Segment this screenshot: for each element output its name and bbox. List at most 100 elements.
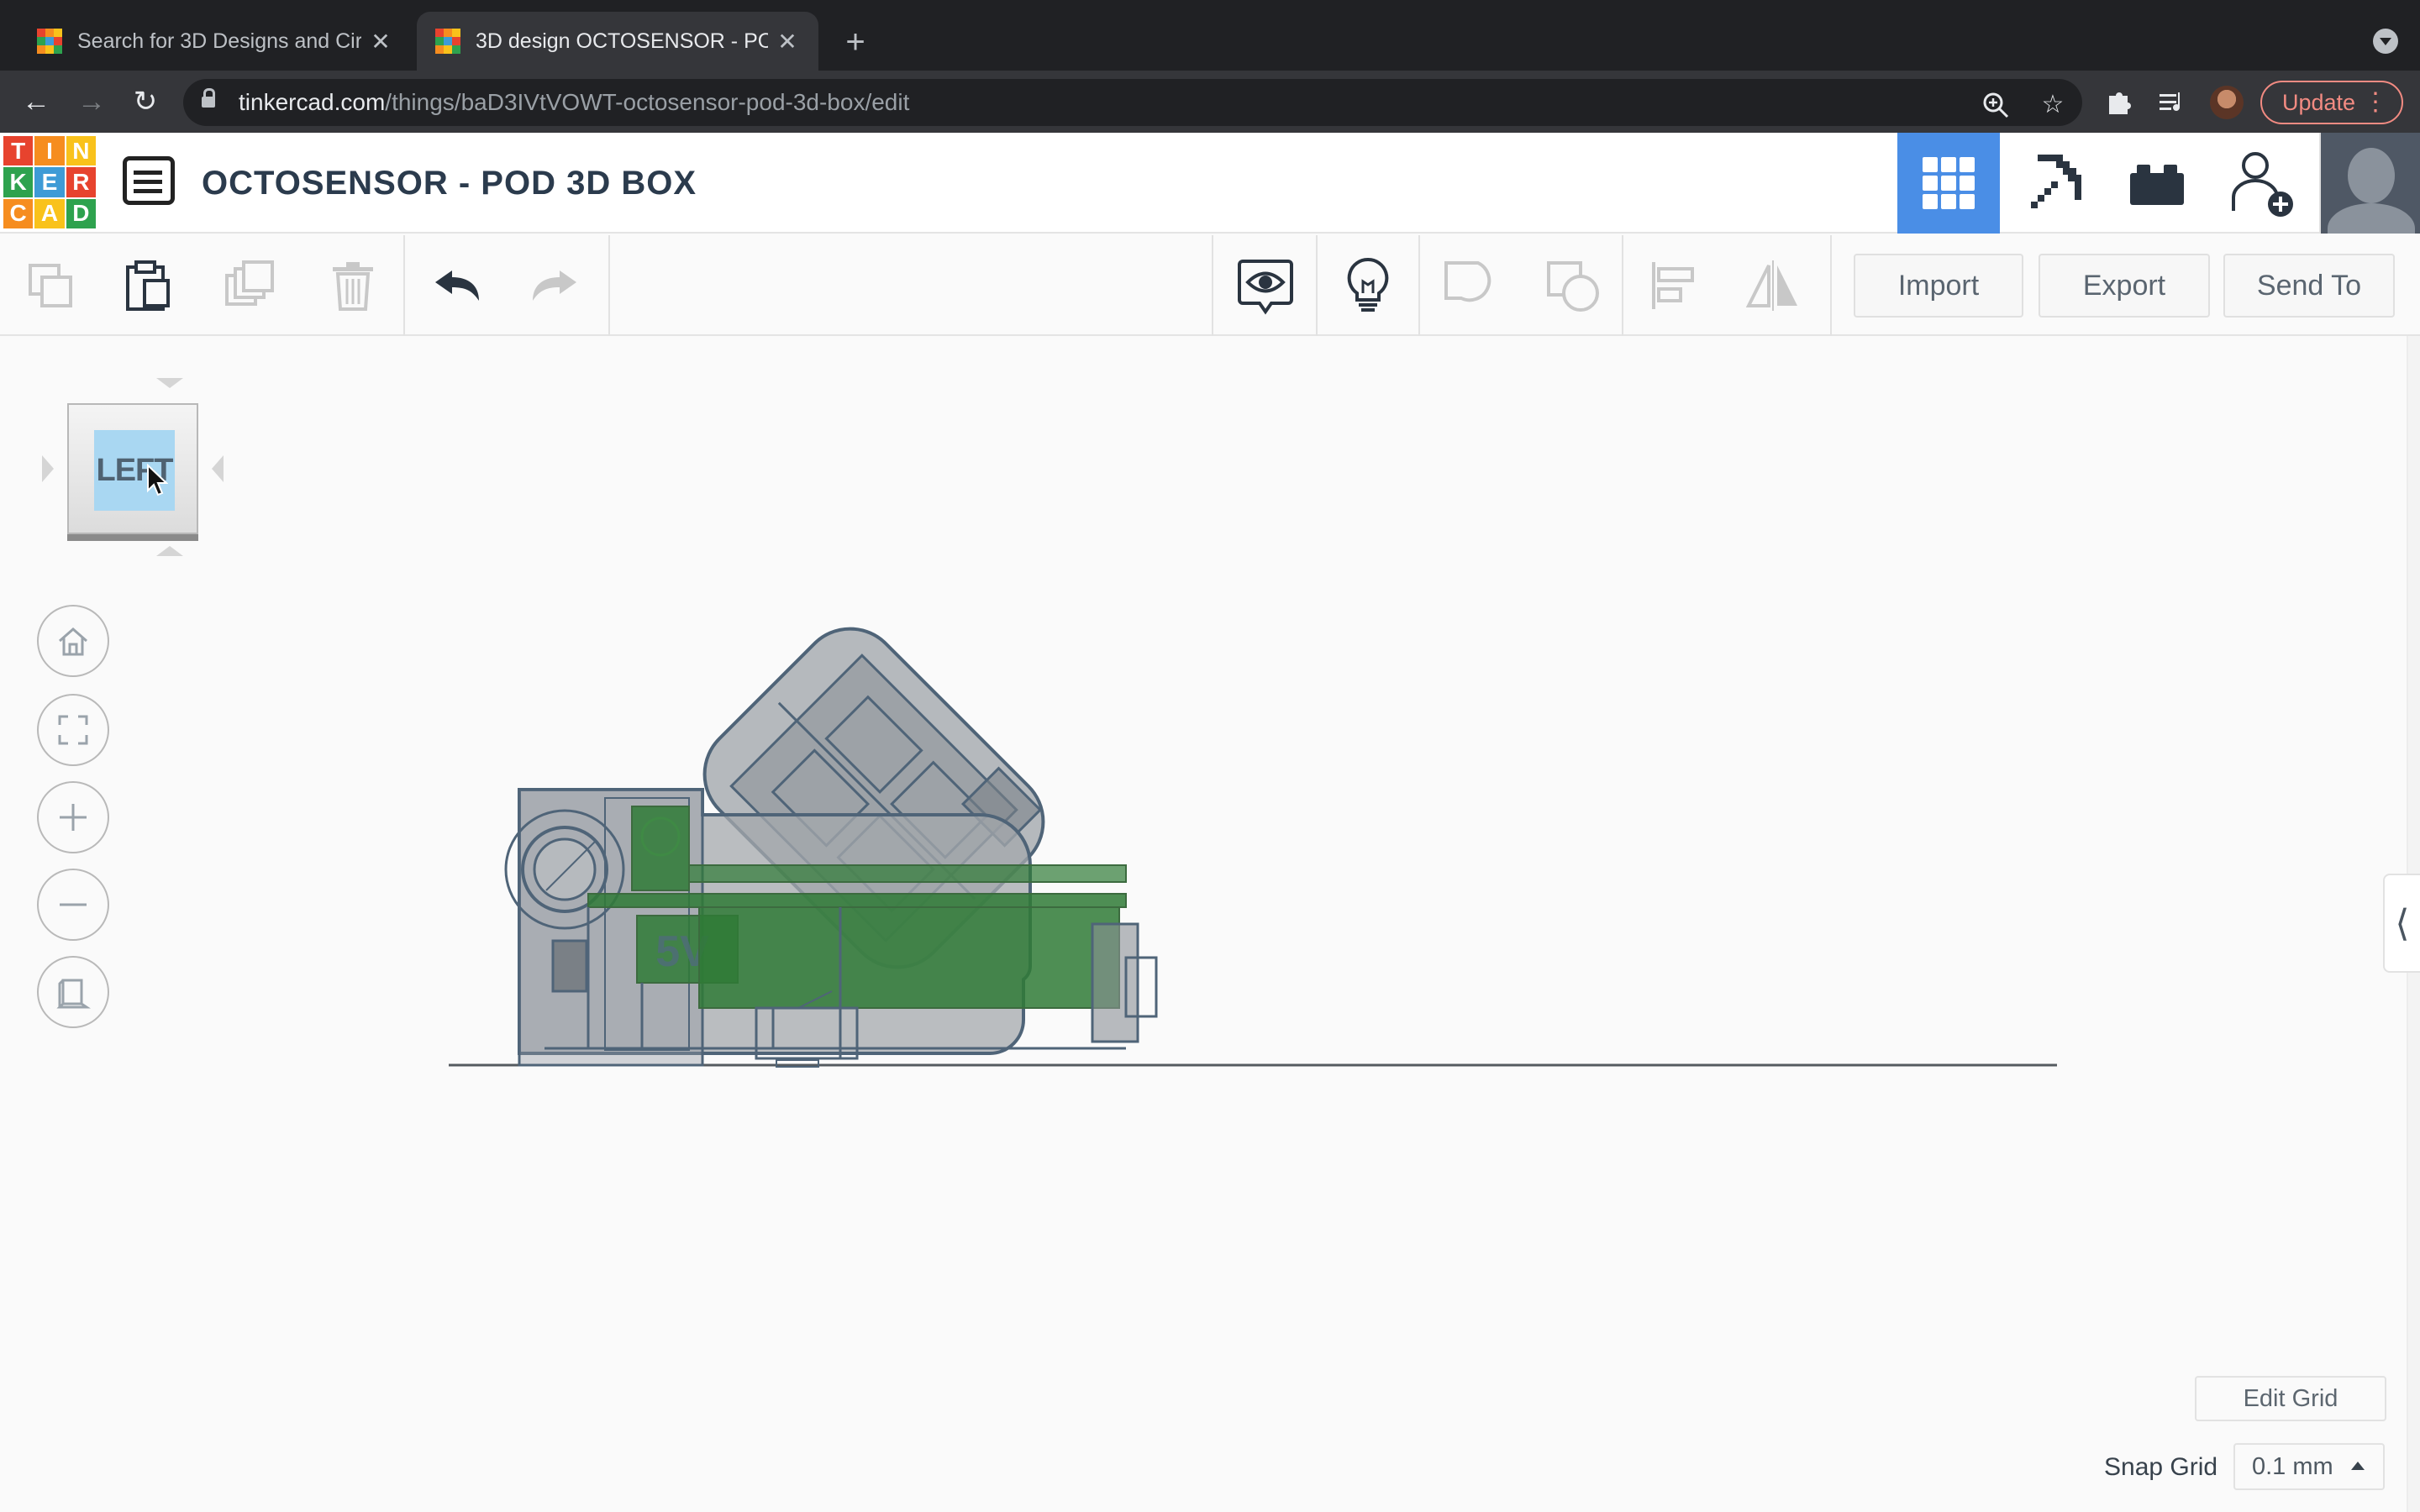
trash-icon	[333, 262, 373, 311]
mirror-button[interactable]	[1739, 254, 1807, 318]
duplicate-button[interactable]	[217, 254, 284, 318]
extensions-puzzle-icon[interactable]	[2102, 86, 2136, 119]
zoom-icon[interactable]	[1981, 91, 2010, 119]
logo-letter: E	[34, 167, 65, 197]
plus-icon	[60, 804, 87, 831]
import-button[interactable]: Import	[1854, 254, 2023, 318]
group-button[interactable]	[1437, 254, 1504, 318]
send-to-button[interactable]: Send To	[2223, 254, 2395, 318]
duplicate-icon	[225, 260, 274, 306]
home-view-button[interactable]	[37, 605, 109, 677]
clipboard-icon	[126, 260, 170, 311]
address-bar[interactable]: tinkercad.com/things/baD3IVtVOWT-octosen…	[183, 79, 2082, 126]
delete-button[interactable]	[319, 254, 387, 318]
panel-toggle-chevron-icon[interactable]: ⟨	[2383, 874, 2420, 973]
tinkercad-favicon	[435, 29, 460, 54]
new-tab-button[interactable]: +	[839, 18, 872, 66]
toolbar-divider	[1830, 235, 1832, 336]
lego-brick-icon	[2130, 165, 2184, 205]
browser-toolbar: ← → ↻ tinkercad.com/things/baD3IVtVOWT-o…	[0, 71, 2420, 133]
notes-button[interactable]	[1334, 254, 1402, 318]
projection-toggle-button[interactable]	[37, 956, 109, 1028]
browser-tab-design[interactable]: 3D design OCTOSENSOR - POD ✕	[417, 12, 818, 71]
zoom-out-button[interactable]	[37, 869, 109, 941]
redo-arrow-icon	[533, 270, 576, 301]
show-all-button[interactable]	[1232, 254, 1299, 318]
lego-view-button[interactable]	[2106, 133, 2208, 234]
align-icon	[1652, 262, 1694, 309]
logo-letter: I	[34, 136, 65, 166]
view-cube-control: LEFT	[34, 370, 235, 563]
browser-profile-avatar[interactable]	[2210, 86, 2244, 119]
tinkercad-favicon	[37, 29, 62, 54]
tinkercad-logo[interactable]: T I N K E R C A D	[3, 136, 96, 228]
logo-letter: R	[66, 167, 96, 197]
app-header: T I N K E R C A D OCTOSENSOR - POD 3D BO…	[0, 133, 2420, 234]
pickaxe-icon	[2031, 155, 2081, 208]
reload-icon[interactable]: ↻	[126, 82, 165, 121]
perspective-icon	[56, 979, 91, 1009]
designs-list-button[interactable]	[123, 156, 175, 205]
minecraft-view-button[interactable]	[2002, 133, 2104, 234]
user-avatar[interactable]	[2319, 133, 2420, 234]
paste-button[interactable]	[114, 254, 182, 318]
rotate-right-arrow[interactable]	[212, 455, 224, 482]
toolbar-divider	[403, 235, 405, 336]
logo-letter: A	[34, 198, 65, 228]
workplane-3d-scene[interactable]: 5V	[437, 588, 2067, 1075]
fit-view-button[interactable]	[37, 694, 109, 766]
toolbar-divider	[1212, 235, 1213, 336]
edit-grid-button[interactable]: Edit Grid	[2195, 1376, 2386, 1421]
logo-letter: K	[3, 167, 34, 197]
rotate-left-arrow[interactable]	[42, 455, 54, 482]
ungroup-shapes-icon	[1547, 261, 1599, 312]
tab-title: Search for 3D Designs and Circ	[77, 29, 361, 53]
copy-button[interactable]	[17, 254, 84, 318]
logo-letter: D	[66, 198, 96, 228]
logo-letter: N	[66, 136, 96, 166]
design-title[interactable]: OCTOSENSOR - POD 3D BOX	[202, 158, 697, 208]
mirror-icon	[1745, 260, 1797, 311]
logo-letter: T	[3, 136, 34, 166]
toolbar-divider	[608, 235, 610, 336]
home-icon	[59, 627, 87, 656]
view-cube[interactable]: LEFT	[67, 403, 198, 534]
add-user-icon	[2232, 152, 2293, 217]
redo-button[interactable]	[521, 254, 588, 318]
invite-user-button[interactable]	[2212, 133, 2314, 234]
browser-tab-strip: Search for 3D Designs and Circ ✕ 3D desi…	[0, 0, 2420, 71]
snap-grid-select[interactable]: 0.1 mm	[2233, 1443, 2385, 1490]
export-button[interactable]: Export	[2039, 254, 2210, 318]
align-button[interactable]	[1640, 254, 1707, 318]
grid-icon	[1923, 157, 1975, 209]
fit-all-icon	[58, 715, 88, 745]
more-menu-icon: ⋮	[2363, 88, 2388, 116]
copy-icon	[29, 264, 72, 307]
screen: Search for 3D Designs and Circ ✕ 3D desi…	[0, 0, 2420, 1512]
group-shapes-icon	[1444, 261, 1491, 302]
close-icon[interactable]: ✕	[775, 28, 800, 55]
rotate-up-arrow[interactable]	[156, 378, 183, 388]
undo-button[interactable]	[424, 254, 491, 318]
tab-search-icon[interactable]	[2373, 29, 2398, 54]
logo-letter: C	[3, 198, 34, 228]
pod-box-body[interactable]: 5V	[504, 788, 1158, 1068]
browser-tab-search[interactable]: Search for 3D Designs and Circ ✕	[18, 12, 412, 71]
forward-arrow-icon[interactable]: →	[72, 82, 111, 121]
toolbar-divider	[1418, 235, 1420, 336]
bookmark-star-icon[interactable]: ☆	[2039, 91, 2067, 119]
lock-icon	[202, 88, 215, 110]
3d-view-grid-button[interactable]	[1897, 133, 2000, 234]
media-control-icon[interactable]	[2156, 86, 2190, 119]
zoom-in-button[interactable]	[37, 781, 109, 853]
rotate-down-arrow[interactable]	[156, 546, 183, 556]
edit-toolbar: Import Export Send To	[0, 235, 2420, 336]
toolbar-divider	[1316, 235, 1318, 336]
browser-update-button[interactable]: Update ⋮	[2260, 81, 2403, 124]
eye-icon	[1238, 260, 1293, 315]
mouse-cursor-icon	[147, 464, 168, 496]
back-arrow-icon[interactable]: ←	[17, 82, 55, 121]
undo-arrow-icon	[435, 270, 479, 301]
close-icon[interactable]: ✕	[368, 28, 393, 55]
ungroup-button[interactable]	[1539, 254, 1607, 318]
